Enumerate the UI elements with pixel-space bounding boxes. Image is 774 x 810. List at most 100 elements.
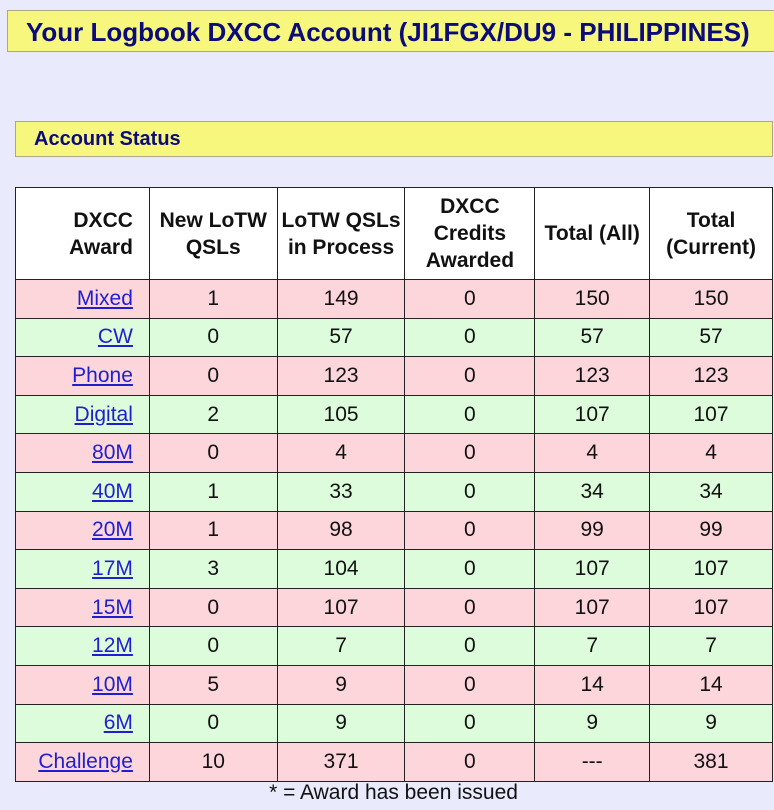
dxcc-credits-cell: 0	[404, 742, 536, 782]
award-cell: Challenge	[15, 742, 150, 782]
award-link-cw[interactable]: CW	[98, 325, 133, 348]
award-cell: CW	[15, 317, 150, 358]
new-lotw-qsls-cell: 2	[148, 394, 278, 435]
table-row: CW 0 57 0 57 57	[15, 317, 773, 358]
dxcc-credits-cell: 0	[404, 703, 536, 744]
total-all-cell: 4	[534, 433, 651, 473]
dxcc-credits-cell: 0	[404, 510, 536, 551]
award-link-17m[interactable]: 17M	[92, 557, 133, 580]
lotw-qsls-in-process-cell: 9	[276, 703, 406, 744]
award-link-20m[interactable]: 20M	[92, 518, 133, 541]
award-cell: Phone	[15, 356, 150, 396]
dxcc-credits-cell: 0	[404, 356, 536, 396]
award-link-challenge[interactable]: Challenge	[38, 750, 133, 773]
total-current-cell: 99	[649, 510, 773, 551]
lotw-qsls-in-process-cell: 104	[276, 549, 406, 589]
column-header-total-current: Total (Current)	[649, 187, 773, 280]
column-header-total-all: Total (All)	[534, 187, 651, 280]
award-cell: 10M	[15, 664, 150, 705]
column-header-dxcc-credits-awarded: DXCC Credits Awarded	[404, 187, 536, 280]
table-row: 6M 0 9 0 9 9	[15, 703, 773, 744]
dxcc-credits-cell: 0	[404, 433, 536, 473]
award-link-10m[interactable]: 10M	[92, 673, 133, 696]
dxcc-credits-cell: 0	[404, 394, 536, 435]
lotw-qsls-in-process-cell: 7	[276, 626, 406, 666]
total-all-cell: 107	[534, 394, 651, 435]
dxcc-credits-cell: 0	[404, 664, 536, 705]
award-link-40m[interactable]: 40M	[92, 480, 133, 503]
total-all-cell: 107	[534, 587, 651, 628]
new-lotw-qsls-cell: 5	[148, 664, 278, 705]
total-all-cell: 14	[534, 664, 651, 705]
account-status-header: Account Status	[15, 121, 773, 157]
award-link-mixed[interactable]: Mixed	[77, 287, 133, 310]
total-current-cell: 9	[649, 703, 773, 744]
total-current-cell: 107	[649, 549, 773, 589]
new-lotw-qsls-cell: 0	[148, 433, 278, 473]
page-title-bar: Your Logbook DXCC Account (JI1FGX/DU9 - …	[7, 10, 774, 52]
table-header-row: DXCC Award New LoTW QSLs LoTW QSLs in Pr…	[15, 187, 773, 280]
new-lotw-qsls-cell: 0	[148, 587, 278, 628]
new-lotw-qsls-cell: 1	[148, 510, 278, 551]
new-lotw-qsls-cell: 0	[148, 626, 278, 666]
table-row: 10M 5 9 0 14 14	[15, 664, 773, 705]
dxcc-credits-cell: 0	[404, 549, 536, 589]
total-current-cell: 4	[649, 433, 773, 473]
dxcc-credits-cell: 0	[404, 317, 536, 358]
total-current-cell: 381	[649, 742, 773, 782]
award-cell: Digital	[15, 394, 150, 435]
total-all-cell: 150	[534, 279, 651, 319]
column-header-lotw-qsls-in-process: LoTW QSLs in Process	[276, 187, 406, 280]
dxcc-status-table: DXCC Award New LoTW QSLs LoTW QSLs in Pr…	[15, 187, 773, 782]
lotw-qsls-in-process-cell: 371	[276, 742, 406, 782]
lotw-qsls-in-process-cell: 98	[276, 510, 406, 551]
award-link-80m[interactable]: 80M	[92, 441, 133, 464]
total-all-cell: 57	[534, 317, 651, 358]
lotw-qsls-in-process-cell: 57	[276, 317, 406, 358]
total-current-cell: 7	[649, 626, 773, 666]
page-title: Your Logbook DXCC Account (JI1FGX/DU9 - …	[26, 17, 750, 47]
column-header-new-lotw-qsls: New LoTW QSLs	[148, 187, 278, 280]
lotw-qsls-in-process-cell: 4	[276, 433, 406, 473]
lotw-qsls-in-process-cell: 123	[276, 356, 406, 396]
award-cell: 12M	[15, 626, 150, 666]
column-header-award: DXCC Award	[15, 187, 150, 280]
table-row: 12M 0 7 0 7 7	[15, 626, 773, 666]
lotw-qsls-in-process-cell: 107	[276, 587, 406, 628]
total-current-cell: 57	[649, 317, 773, 358]
award-cell: 40M	[15, 471, 150, 512]
total-all-cell: 99	[534, 510, 651, 551]
new-lotw-qsls-cell: 10	[148, 742, 278, 782]
lotw-qsls-in-process-cell: 9	[276, 664, 406, 705]
new-lotw-qsls-cell: 0	[148, 356, 278, 396]
award-cell: 20M	[15, 510, 150, 551]
award-cell: 17M	[15, 549, 150, 589]
table-row: Phone 0 123 0 123 123	[15, 356, 773, 396]
award-link-phone[interactable]: Phone	[72, 364, 133, 387]
new-lotw-qsls-cell: 0	[148, 703, 278, 744]
award-link-12m[interactable]: 12M	[92, 634, 133, 657]
total-current-cell: 107	[649, 394, 773, 435]
new-lotw-qsls-cell: 0	[148, 317, 278, 358]
dxcc-credits-cell: 0	[404, 471, 536, 512]
section-title: Account Status	[34, 128, 181, 150]
award-cell: Mixed	[15, 279, 150, 319]
award-link-15m[interactable]: 15M	[92, 596, 133, 619]
total-all-cell: 34	[534, 471, 651, 512]
award-cell: 6M	[15, 703, 150, 744]
total-current-cell: 150	[649, 279, 773, 319]
dxcc-credits-cell: 0	[404, 626, 536, 666]
new-lotw-qsls-cell: 1	[148, 471, 278, 512]
total-all-cell: 107	[534, 549, 651, 589]
lotw-qsls-in-process-cell: 149	[276, 279, 406, 319]
lotw-qsls-in-process-cell: 33	[276, 471, 406, 512]
award-link-digital[interactable]: Digital	[75, 403, 133, 426]
table-row: Mixed 1 149 0 150 150	[15, 279, 773, 319]
table-row: 17M 3 104 0 107 107	[15, 549, 773, 589]
total-current-cell: 107	[649, 587, 773, 628]
table-row: 15M 0 107 0 107 107	[15, 587, 773, 628]
award-cell: 15M	[15, 587, 150, 628]
new-lotw-qsls-cell: 1	[148, 279, 278, 319]
award-link-6m[interactable]: 6M	[104, 711, 133, 734]
dxcc-credits-cell: 0	[404, 279, 536, 319]
